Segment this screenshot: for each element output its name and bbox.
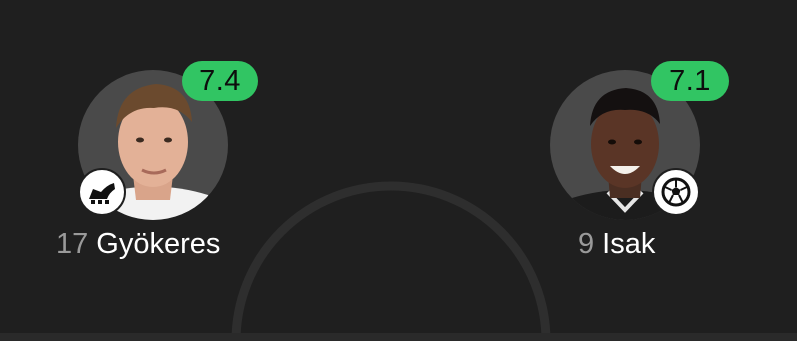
shirt-number: 9 xyxy=(578,228,595,260)
football-icon xyxy=(652,168,700,216)
player-name: Gyökeres xyxy=(96,228,221,260)
boot-icon xyxy=(78,168,126,216)
shirt-number: 17 xyxy=(56,228,89,260)
player-card-isak[interactable]: 7.1 9 Isak xyxy=(500,0,797,280)
player-label-gyokeres: 17 Gyökeres xyxy=(56,226,220,262)
player-card-gyokeres[interactable]: 7.4 17 Gyökeres xyxy=(0,0,300,280)
player-rating-badge: 7.1 xyxy=(651,61,729,101)
pitch-bottom-line xyxy=(0,333,797,341)
player-label-isak: 9 Isak xyxy=(578,226,655,262)
player-rating-badge: 7.4 xyxy=(182,61,258,101)
player-name: Isak xyxy=(602,228,656,260)
